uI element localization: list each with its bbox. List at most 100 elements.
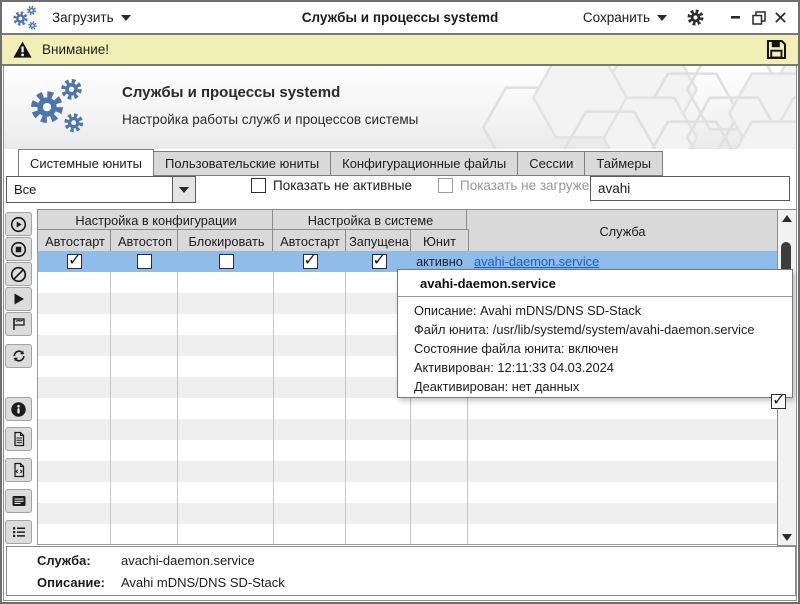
minimize-button[interactable] <box>729 10 744 25</box>
block-cfg-checkbox[interactable] <box>219 254 234 269</box>
status-description-label: Описание: <box>37 575 121 590</box>
search-input[interactable] <box>590 176 790 201</box>
titlebar: Загрузить Службы и процессы systemd Сохр… <box>2 2 798 35</box>
column-header-unit[interactable]: Юнит <box>410 229 469 253</box>
content-area: Службы и процессы systemd Настройка рабо… <box>3 66 797 601</box>
info-button[interactable] <box>5 397 32 421</box>
column-header-service[interactable]: Служба <box>466 209 779 253</box>
info-icon <box>10 401 27 418</box>
block-icon <box>10 266 27 283</box>
tab-label: Конфигурационные файлы <box>342 156 506 171</box>
tab-label: Таймеры <box>596 156 651 171</box>
unit-source-button[interactable] <box>5 458 32 482</box>
column-header-block-cfg[interactable]: Блокировать <box>177 229 276 253</box>
warning-text: Внимание! <box>42 42 109 57</box>
app-window: Загрузить Службы и процессы systemd Сохр… <box>0 0 800 604</box>
file-icon <box>11 431 27 447</box>
save-menu-label: Сохранить <box>583 10 650 25</box>
tooltip-deactivated: Деактивирован: нет данных <box>398 377 792 396</box>
page-subtitle: Настройка работы служб и процессов систе… <box>122 112 418 127</box>
save-floppy-icon <box>765 38 788 61</box>
tab-user-units[interactable]: Пользовательские юниты <box>154 151 331 176</box>
app-gears-icon <box>12 5 38 31</box>
status-description-value: Avahi mDNS/DNS SD-Stack <box>121 575 285 590</box>
autostop-cfg-checkbox[interactable] <box>137 254 152 269</box>
close-button[interactable] <box>773 10 788 25</box>
category-dropdown[interactable]: Все <box>6 176 196 203</box>
page-title: Службы и процессы systemd <box>122 84 340 101</box>
tab-sessions[interactable]: Сессии <box>518 151 585 176</box>
save-changes-button[interactable] <box>765 38 788 61</box>
chevron-down-icon <box>657 15 667 21</box>
refresh-icon <box>11 348 27 364</box>
arrow-down-icon <box>782 534 792 541</box>
scroll-up-button[interactable] <box>778 211 796 225</box>
tooltip-activated: Активирован: 12:11:33 04.03.2024 <box>398 358 792 377</box>
running-sys-checkbox[interactable] <box>372 254 387 269</box>
close-icon <box>774 11 787 24</box>
tab-bar: Системные юниты Пользовательские юниты К… <box>18 149 663 176</box>
tooltip-description: Описание: Avahi mDNS/DNS SD-Stack <box>398 301 792 320</box>
app-logo-gears <box>28 77 86 135</box>
scroll-down-button[interactable] <box>778 530 796 544</box>
cell-block-cfg <box>178 251 275 272</box>
tooltip-unit-file: Файл юнита: /usr/lib/systemd/system/avah… <box>398 320 792 339</box>
tab-label: Сессии <box>529 156 573 171</box>
tooltip-title: avahi-daemon.service <box>398 270 792 297</box>
start-unit-button[interactable] <box>5 212 32 236</box>
run-process-button[interactable] <box>5 287 32 311</box>
refresh-button[interactable] <box>5 344 32 368</box>
chevron-down-icon <box>179 187 189 193</box>
load-menu-button[interactable]: Загрузить <box>48 8 135 27</box>
play-circle-icon <box>10 216 27 233</box>
load-menu-label: Загрузить <box>52 10 114 25</box>
bullet-list-icon <box>11 524 27 540</box>
flag-button[interactable] <box>5 312 32 336</box>
chevron-down-icon <box>121 15 131 21</box>
tab-timers[interactable]: Таймеры <box>585 151 663 176</box>
category-dropdown-value: Все <box>7 182 172 197</box>
save-menu-button[interactable]: Сохранить <box>579 8 671 27</box>
list-button[interactable] <box>5 520 32 544</box>
tooltip-unit-file-state: Состояние файла юнита: включен <box>398 339 792 358</box>
tab-config-files[interactable]: Конфигурационные файлы <box>331 151 518 176</box>
flag-icon <box>11 316 27 332</box>
block-unit-button[interactable] <box>5 262 32 286</box>
file-code-icon <box>11 462 27 478</box>
journal-button[interactable] <box>5 489 32 513</box>
autostart-sys-checkbox[interactable] <box>303 254 318 269</box>
hexagon-pattern <box>4 66 796 149</box>
hero-header: Службы и процессы systemd Настройка рабо… <box>4 66 796 149</box>
log-panel-icon <box>11 493 27 509</box>
maximize-button[interactable] <box>751 10 766 25</box>
show-inactive-filter: Показать не активные <box>251 178 412 193</box>
overflow-row-checkbox[interactable] <box>771 394 786 409</box>
tab-system-units[interactable]: Системные юниты <box>18 149 154 176</box>
window-controls <box>729 10 788 25</box>
column-header-autostop-cfg[interactable]: Автостоп <box>110 229 180 253</box>
status-service-value: avachi-daemon.service <box>121 553 255 568</box>
show-inactive-label: Показать не активные <box>273 178 412 193</box>
cell-autostart-cfg <box>38 251 111 272</box>
status-panel: Служба: avachi-daemon.service Описание: … <box>6 546 796 596</box>
warning-icon <box>12 40 33 59</box>
show-inactive-checkbox[interactable] <box>251 178 266 193</box>
tab-label: Пользовательские юниты <box>165 156 319 171</box>
play-icon <box>11 291 27 307</box>
stop-circle-icon <box>10 241 27 258</box>
cell-autostart-sys <box>273 251 347 272</box>
settings-button[interactable] <box>685 8 705 28</box>
unit-file-button[interactable] <box>5 427 32 451</box>
show-unloaded-checkbox[interactable] <box>438 178 453 193</box>
stop-unit-button[interactable] <box>5 237 32 261</box>
warning-bar: Внимание! <box>2 35 798 66</box>
maximize-icon <box>752 11 766 25</box>
cell-autostop-cfg <box>111 251 178 272</box>
autostart-cfg-checkbox[interactable] <box>67 254 82 269</box>
service-tooltip: avahi-daemon.service Описание: Avahi mDN… <box>397 269 793 398</box>
arrow-up-icon <box>782 215 792 222</box>
dropdown-arrow-button[interactable] <box>172 177 195 202</box>
minimize-icon <box>731 12 743 24</box>
status-service-label: Служба: <box>37 553 121 568</box>
tab-label: Системные юниты <box>30 156 142 171</box>
